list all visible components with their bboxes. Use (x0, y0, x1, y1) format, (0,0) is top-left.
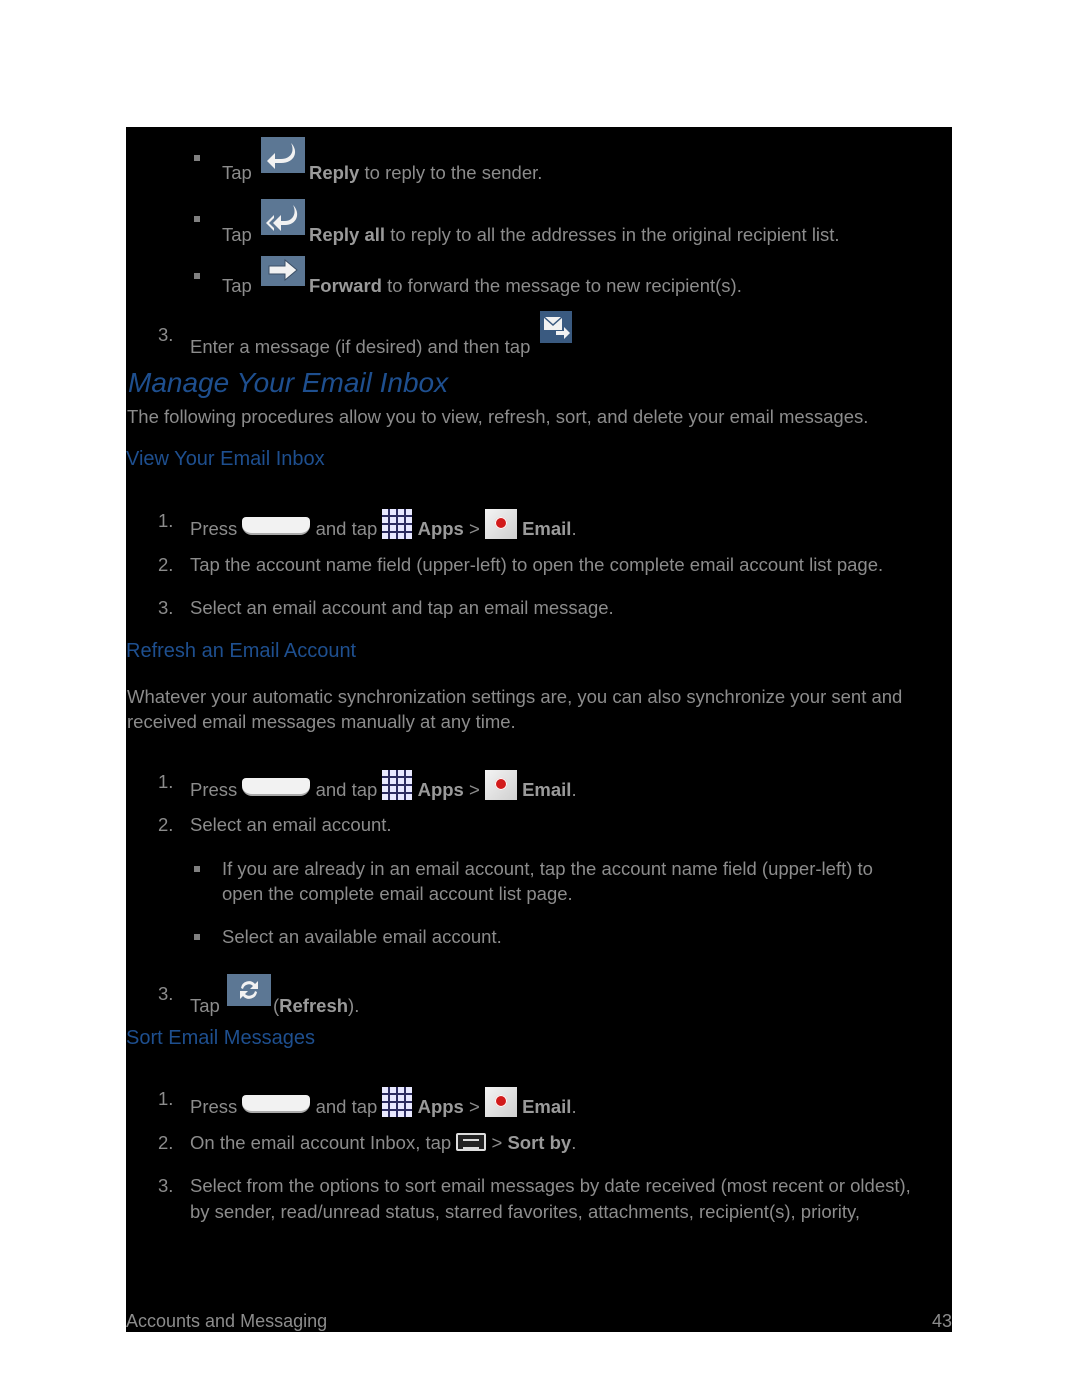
step-text: Press (190, 779, 238, 800)
bullet-tap-text: Tap (222, 224, 252, 245)
step-text: and tap (315, 779, 378, 800)
apps-label: Apps (417, 518, 464, 539)
manage-intro: The following procedures allow you to vi… (127, 406, 869, 427)
bullet-marker (194, 216, 200, 222)
refresh-icon[interactable] (226, 974, 271, 1006)
sort-by-label: Sort by (507, 1132, 572, 1153)
apps-grid-icon[interactable] (382, 770, 413, 800)
apps-grid-icon[interactable] (382, 1087, 413, 1117)
punctuation: . (571, 779, 577, 800)
step-text: Select an email account. (190, 814, 392, 835)
step-open-email: Press and tap Apps > Email. (190, 1087, 577, 1119)
reply-label: Reply (308, 162, 360, 183)
apps-label: Apps (417, 1096, 464, 1117)
send-icon[interactable] (539, 311, 572, 343)
step-number: 2. (158, 554, 174, 575)
sub-bullet-line1: If you are already in an email account, … (222, 858, 873, 879)
step-send: Enter a message (if desired) and then ta… (190, 311, 572, 359)
step-text: Tap the account name field (upper-left) … (190, 554, 884, 575)
step-number: 3. (158, 324, 174, 345)
page-number: 43 (931, 1311, 952, 1331)
bullet-reply: Tap Reply to reply to the sender. (222, 137, 543, 185)
punctuation: . (571, 518, 577, 539)
sub-bullet-line2: open the complete email account list pag… (222, 883, 573, 904)
footer-section: Accounts and Messaging (126, 1311, 328, 1331)
bullet-marker (194, 155, 200, 161)
separator: > (468, 779, 480, 800)
step-open-email: Press and tap Apps > Email. (190, 770, 577, 802)
step-text: and tap (315, 1096, 378, 1117)
bullet-tap-text: Tap (222, 162, 252, 183)
reply-icon[interactable] (260, 137, 305, 173)
menu-icon[interactable] (456, 1133, 487, 1151)
email-label: Email (522, 779, 572, 800)
punctuation: . (571, 1096, 577, 1117)
apps-grid-icon[interactable] (382, 509, 413, 539)
punctuation: ). (348, 995, 360, 1016)
bullet-tap-text: Tap (222, 275, 252, 296)
reply-all-icon[interactable] (260, 199, 305, 235)
page-title: Manage Your Email Inbox (128, 367, 449, 398)
step-number: 1. (158, 1088, 174, 1109)
step-refresh: Tap (Refresh). (190, 974, 360, 1018)
bullet-text: to reply to the sender. (359, 162, 543, 183)
bullet-forward: Tap Forward to forward the message to ne… (222, 256, 742, 298)
step-text-line2: by sender, read/unread status, starred f… (190, 1201, 861, 1222)
step-number: 2. (158, 814, 174, 835)
email-app-icon[interactable] (484, 509, 517, 539)
bullet-marker (194, 866, 200, 872)
bullet-marker (194, 934, 200, 940)
email-app-icon[interactable] (484, 770, 517, 800)
section-title-sort: Sort Email Messages (126, 1027, 315, 1049)
email-app-icon[interactable] (484, 1087, 517, 1117)
step-text: Enter a message (if desired) and then ta… (190, 336, 531, 357)
refresh-label: Refresh (279, 995, 349, 1016)
separator: > (468, 1096, 480, 1117)
section-title-refresh: Refresh an Email Account (126, 640, 357, 662)
step-text: Press (190, 1096, 238, 1117)
bullet-marker (194, 273, 200, 279)
step-text: Press (190, 518, 238, 539)
forward-label: Forward (308, 275, 382, 296)
step-number: 1. (158, 771, 174, 792)
refresh-intro-line1: Whatever your automatic synchronization … (127, 686, 903, 707)
step-sort-by: On the email account Inbox, tap > Sort b… (190, 1131, 576, 1155)
bullet-text: to reply to all the addresses in the ori… (385, 224, 840, 245)
step-number: 3. (158, 597, 174, 618)
forward-icon[interactable] (260, 256, 305, 286)
bullet-text: to forward the message to new recipient(… (381, 275, 742, 296)
refresh-intro-line2: received email messages manually at any … (127, 711, 516, 732)
home-button-icon[interactable] (242, 517, 311, 535)
section-title-view: View Your Email Inbox (126, 448, 325, 470)
email-label: Email (522, 1096, 572, 1117)
separator: > (491, 1132, 503, 1153)
step-open-email: Press and tap Apps > Email. (190, 509, 577, 541)
step-text: Select an email account and tap an email… (190, 597, 614, 618)
step-number: 3. (158, 1175, 174, 1196)
separator: > (468, 518, 480, 539)
step-text: Tap (190, 995, 220, 1016)
step-text: and tap (315, 518, 378, 539)
reply-all-label: Reply all (308, 224, 386, 245)
step-text-line1: Select from the options to sort email me… (190, 1175, 911, 1196)
home-button-icon[interactable] (242, 778, 311, 796)
step-number: 2. (158, 1132, 174, 1153)
apps-label: Apps (417, 779, 464, 800)
punctuation: . (571, 1132, 577, 1153)
email-label: Email (522, 518, 572, 539)
step-text: On the email account Inbox, tap (190, 1132, 452, 1153)
sub-bullet-line1: Select an available email account. (222, 926, 502, 947)
step-number: 1. (158, 510, 174, 531)
home-button-icon[interactable] (242, 1095, 311, 1113)
manual-page: Tap Reply to reply to the sender. Tap Re… (126, 127, 952, 1332)
bullet-reply-all: Tap Reply all to reply to all the addres… (222, 199, 840, 247)
step-number: 3. (158, 983, 174, 1004)
